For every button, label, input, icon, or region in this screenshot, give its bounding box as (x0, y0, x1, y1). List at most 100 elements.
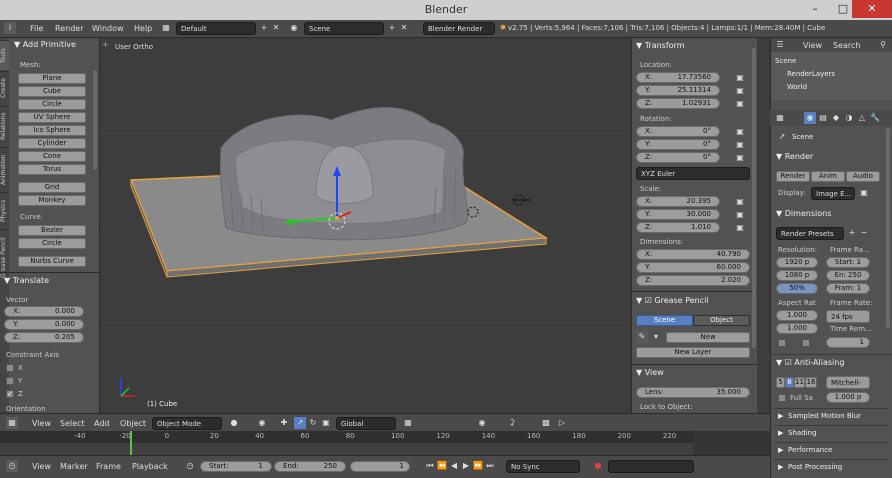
add-cube-button[interactable]: Cube (18, 86, 86, 97)
lens-field[interactable]: Lens: 35.000 (636, 387, 750, 398)
outliner-view-menu[interactable]: View (803, 41, 822, 50)
time-remap-field[interactable]: 1 (826, 337, 870, 348)
play-reverse-icon[interactable]: ◀ (448, 460, 460, 472)
lock-icon[interactable]: ▣ (734, 98, 746, 110)
end-frame-field[interactable]: End: 250 (274, 461, 346, 472)
preview-range-icon[interactable]: ◷ (184, 460, 196, 472)
npanel-scrollbar[interactable] (752, 48, 756, 348)
toolshelf-toggle-icon[interactable]: + (102, 40, 110, 49)
render-tab-icon[interactable]: ◉ (804, 112, 816, 124)
next-keyframe-icon[interactable]: ⏩ (472, 460, 484, 472)
frame-rate-select[interactable]: 24 fps (826, 310, 870, 323)
resolution-percentage-field[interactable]: 50% (776, 283, 818, 294)
add-nurbs-curve-button[interactable]: Nurbs Curve (18, 256, 86, 267)
resolution-x-field[interactable]: 1920 p (776, 257, 818, 268)
frame-step-field[interactable]: Fram: 1 (826, 283, 870, 294)
sampled-motion-blur-section[interactable]: ▶ Sampled Motion Blur (774, 408, 888, 422)
view-header[interactable]: ▼ View (636, 368, 664, 377)
lock-icon[interactable]: ▣ (734, 72, 746, 84)
pencil-icon[interactable]: ✎ (636, 331, 648, 343)
tab-create[interactable]: Create (0, 71, 9, 105)
animation-button[interactable]: Anim (811, 171, 845, 182)
minimize-icon[interactable]: – (800, 0, 830, 18)
display-select[interactable]: Image E... (811, 187, 855, 200)
resolution-y-field[interactable]: 1080 p (776, 270, 818, 281)
gp-object-tab[interactable]: Object (693, 315, 750, 326)
menu-render[interactable]: Render (55, 24, 83, 33)
3d-viewport[interactable]: User Ortho (1) Cube (101, 38, 630, 413)
add-plane-button[interactable]: Plane (18, 73, 86, 84)
tab-animation[interactable]: Animation (0, 147, 9, 191)
scale-z-field[interactable]: Z: 1.010 (636, 222, 720, 233)
menu-file[interactable]: File (30, 24, 43, 33)
add-primitive-header[interactable]: ▼ Add Primitive (14, 40, 76, 49)
add-preset-icon[interactable]: + (846, 227, 858, 239)
gp-new-button[interactable]: New (666, 332, 750, 343)
menu-add[interactable]: Add (94, 419, 110, 428)
add-ico-sphere-button[interactable]: Ico Sphere (18, 125, 86, 136)
transform-orientation-select[interactable]: Global (336, 417, 396, 430)
scene-icon[interactable]: ◉ (288, 22, 300, 34)
jump-end-icon[interactable]: ⏭ (484, 460, 496, 472)
screen-layout-icon[interactable]: ▦ (160, 22, 172, 34)
lock-icon[interactable]: ▣ (734, 152, 746, 164)
transform-header[interactable]: ▼ Transform (636, 41, 685, 50)
scale-manipulator-icon[interactable]: ▣ (320, 417, 332, 429)
play-icon[interactable]: ▶ (460, 460, 472, 472)
scale-y-field[interactable]: Y: 30.000 (636, 209, 720, 220)
render-layers-tab-icon[interactable]: ▤ (817, 112, 829, 124)
mode-select[interactable]: Object Mode (152, 417, 222, 430)
constraint-y-checkbox[interactable] (6, 377, 14, 385)
aa-samples-5[interactable]: 5 (776, 377, 785, 388)
timeline-view-menu[interactable]: View (32, 462, 51, 471)
properties-editor-icon[interactable]: ▦ (774, 112, 786, 124)
rotate-manipulator-icon[interactable]: ↻ (307, 417, 319, 429)
dimensions-z-field[interactable]: Z: 2.020 (636, 275, 750, 286)
render-preview-icon[interactable]: ▩ (540, 417, 552, 429)
vector-z-field[interactable]: Z: 0.205 (4, 332, 84, 343)
location-z-field[interactable]: Z: 1.02931 (636, 98, 720, 109)
layout-select[interactable]: Default (176, 22, 256, 35)
lock-icon[interactable]: ▣ (734, 126, 746, 138)
add-cylinder-button[interactable]: Cylinder (18, 138, 86, 149)
add-curve-circle-button[interactable]: Circle (18, 238, 86, 249)
add-monkey-button[interactable]: Monkey (18, 195, 86, 206)
menu-view[interactable]: View (32, 419, 51, 428)
vector-y-field[interactable]: Y: 0.000 (4, 319, 84, 330)
editor-type-icon[interactable]: i (4, 22, 16, 34)
render-button[interactable]: Render (776, 171, 810, 182)
prev-keyframe-icon[interactable]: ⏪ (436, 460, 448, 472)
aa-samples-11[interactable]: 11 (794, 377, 805, 388)
translate-manipulator-icon[interactable]: ↗ (294, 417, 306, 429)
add-scene-icon[interactable]: + (386, 22, 398, 34)
jump-start-icon[interactable]: ⏮ (424, 460, 436, 472)
location-y-field[interactable]: Y: 25.11314 (636, 85, 720, 96)
start-frame-field[interactable]: Start: 1 (200, 461, 272, 472)
world-tab-icon[interactable]: ◑ (843, 112, 855, 124)
properties-scrollbar[interactable] (886, 128, 890, 328)
current-frame-field[interactable]: 1 (350, 461, 410, 472)
layers-icon[interactable]: ▦ (402, 417, 414, 429)
performance-section[interactable]: ▶ Performance (774, 442, 888, 456)
add-layout-icon[interactable]: + (258, 22, 270, 34)
add-uv-sphere-button[interactable]: UV Sphere (18, 112, 86, 123)
outliner-item-renderlayers[interactable]: RenderLayers (787, 70, 835, 78)
timeline-frame-menu[interactable]: Frame (96, 462, 121, 471)
aa-samples-16[interactable]: 16 (805, 377, 817, 388)
remove-layout-icon[interactable]: ✕ (270, 22, 282, 34)
outliner-editor-icon[interactable]: ☰ (774, 39, 786, 51)
lock-icon[interactable]: ▣ (734, 85, 746, 97)
viewport-shading-icon[interactable]: ● (228, 417, 240, 429)
close-icon[interactable]: ✕ (852, 0, 892, 18)
browse-icon[interactable]: ▾ (650, 331, 662, 343)
constraint-x-checkbox[interactable] (6, 364, 14, 372)
add-circle-button[interactable]: Circle (18, 99, 86, 110)
crop-checkbox[interactable] (802, 339, 810, 347)
timeline-editor-icon[interactable]: ◷ (6, 460, 18, 472)
location-x-field[interactable]: X: 17.73560 (636, 72, 720, 83)
filter-size-field[interactable]: 1.000 p (826, 392, 870, 403)
proportional-edit-icon[interactable]: ◉ (476, 417, 488, 429)
audio-button[interactable]: Audio (846, 171, 880, 182)
pivot-point-icon[interactable]: ◉ (256, 417, 268, 429)
tab-physics[interactable]: Physics (0, 192, 9, 228)
